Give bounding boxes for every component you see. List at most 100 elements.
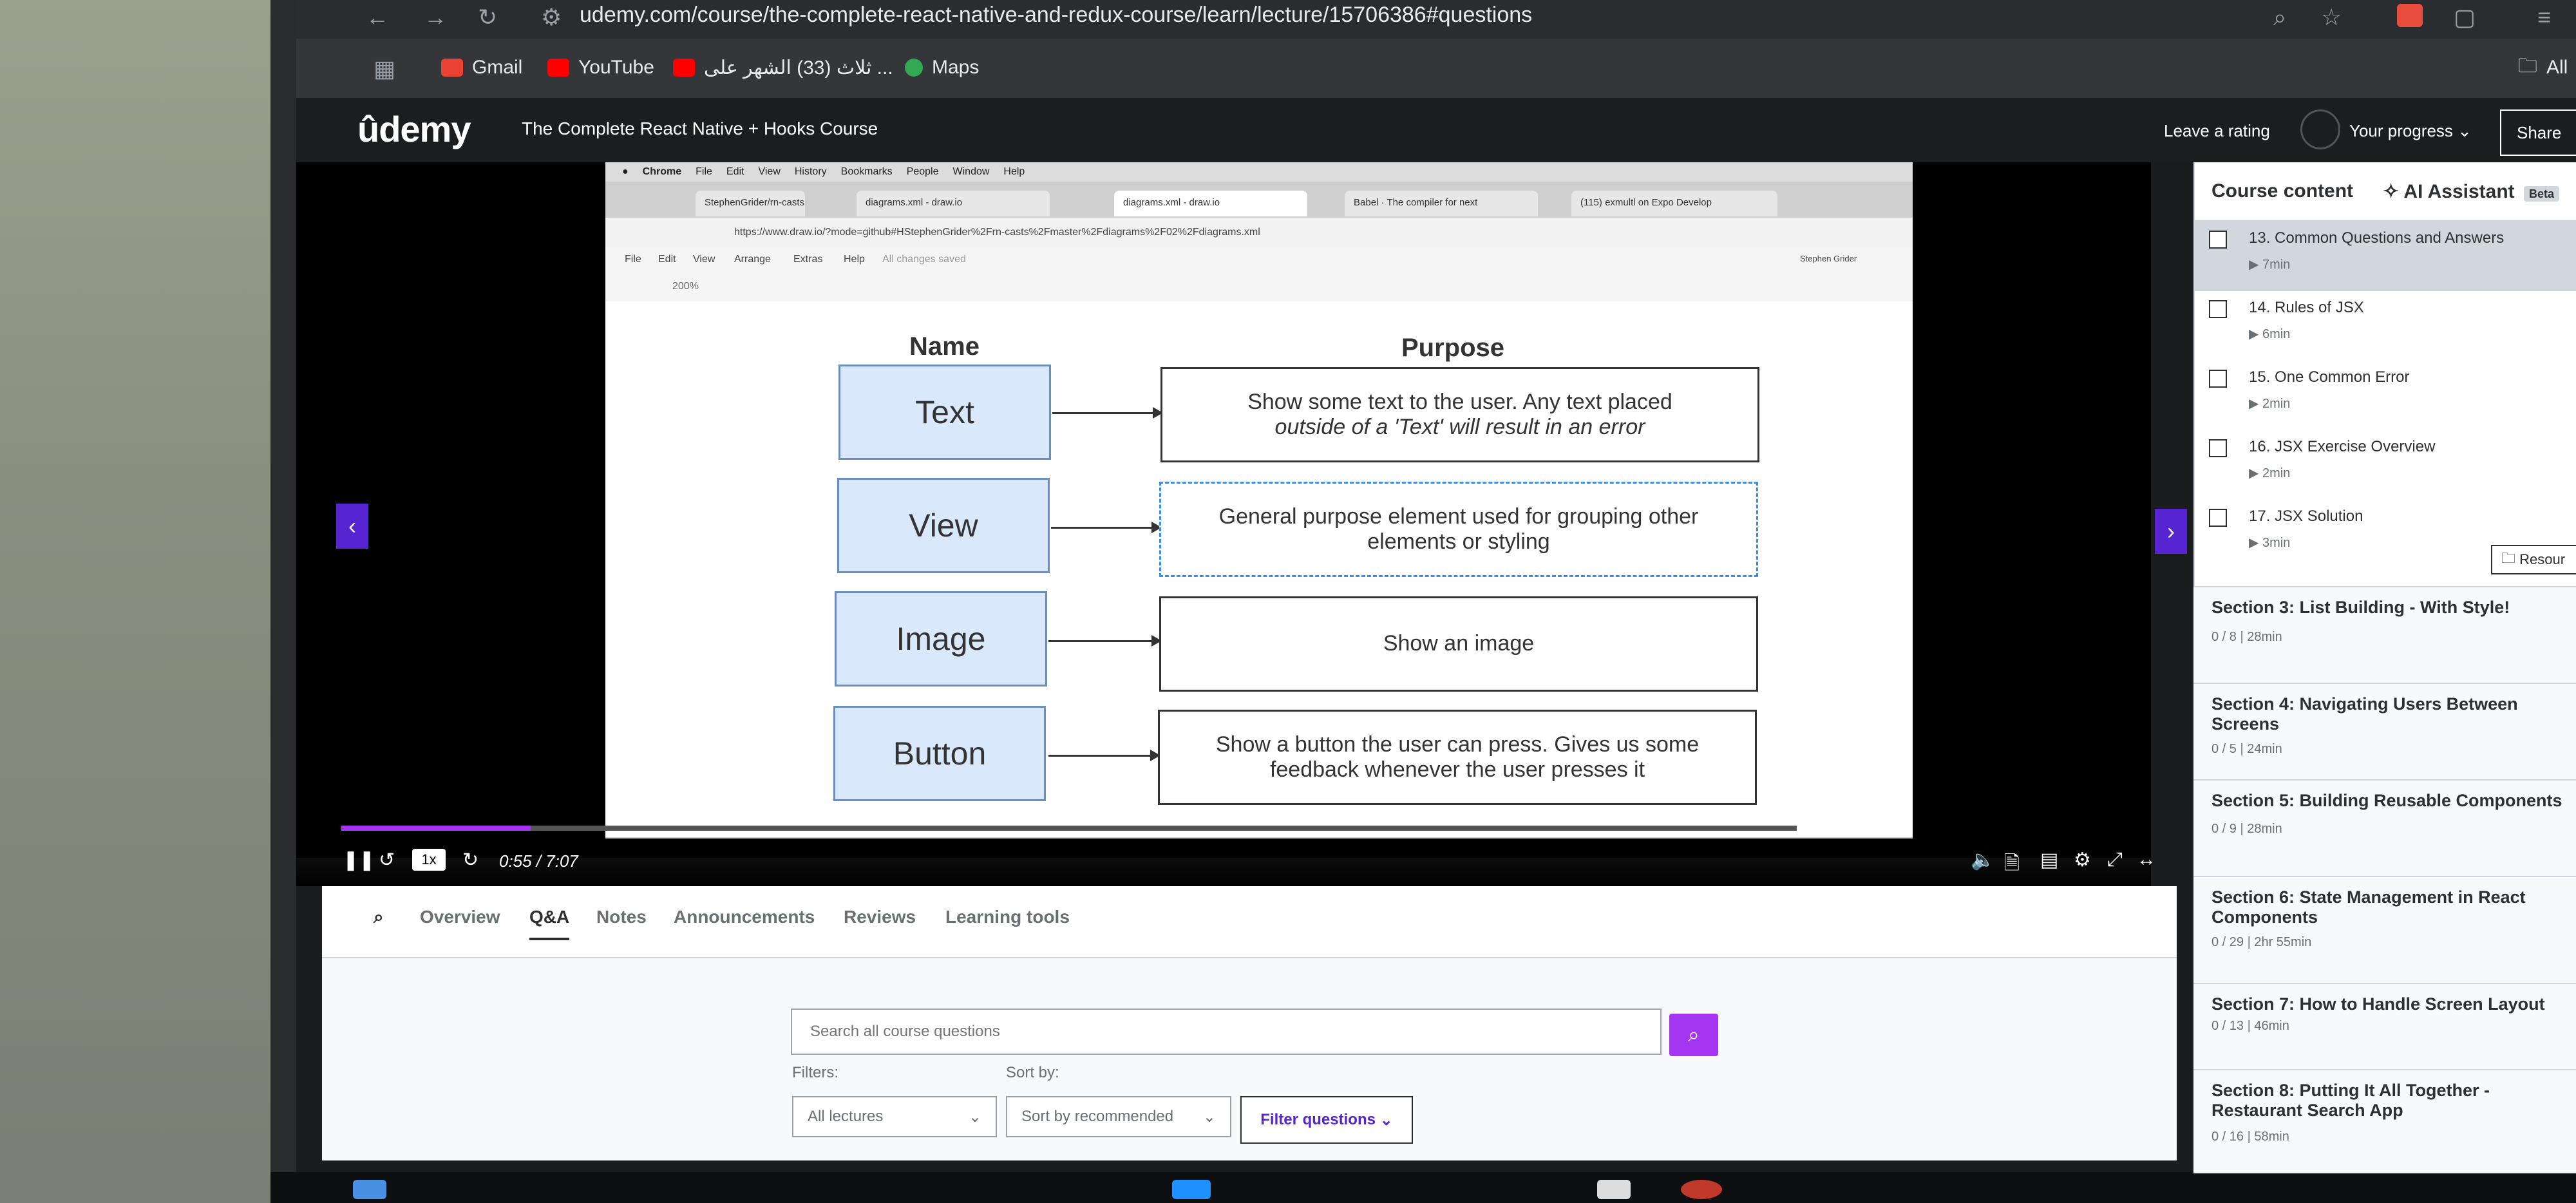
bookmark-star-icon[interactable]: ☆: [2321, 4, 2342, 31]
background-photo: [0, 0, 296, 1203]
app-icon[interactable]: [1597, 1180, 1631, 1199]
section-item[interactable]: Section 6: State Management in React Com…: [2193, 876, 2576, 984]
search-icon: ⌕: [1688, 1023, 1700, 1046]
zoom-icon[interactable]: ⌕: [2273, 4, 2286, 32]
video-time: 0:55 / 7:07: [499, 851, 578, 871]
section-item[interactable]: Section 3: List Building - With Style! 0…: [2193, 586, 2576, 684]
forward-icon[interactable]: ↻: [462, 849, 478, 871]
leave-rating-link[interactable]: Leave a rating: [2164, 121, 2270, 141]
mac-menubar: ● Chrome File Edit View History Bookmark…: [605, 162, 1913, 182]
filter-questions-button[interactable]: Filter questions ⌄: [1240, 1096, 1413, 1144]
course-content-tab[interactable]: Course content: [2211, 180, 2353, 202]
playback-speed-button[interactable]: 1x: [412, 849, 446, 871]
captions-icon[interactable]: ▤: [2040, 849, 2058, 871]
chevron-down-icon: ⌄: [2458, 121, 2472, 140]
tab-overview[interactable]: Overview: [420, 907, 500, 927]
forward-icon[interactable]: →: [424, 4, 447, 31]
pause-icon[interactable]: ❚❚: [343, 849, 375, 871]
apps-icon[interactable]: ▦: [374, 55, 395, 82]
video-icon: ▶: [2249, 466, 2259, 480]
ai-assistant-tab[interactable]: ✧ AI Assistant Beta: [2383, 180, 2559, 203]
previous-lecture-button[interactable]: ‹: [336, 504, 368, 549]
udemy-logo[interactable]: ûdemy: [357, 108, 471, 150]
name-header: Name: [909, 332, 980, 361]
arrow: [1048, 750, 1160, 761]
next-lecture-button[interactable]: ›: [2155, 509, 2187, 554]
course-title[interactable]: The Complete React Native + Hooks Course: [522, 118, 878, 139]
lecture-checkbox[interactable]: [2209, 509, 2227, 527]
arrow: [1052, 407, 1163, 419]
windows-icon[interactable]: [1172, 1180, 1211, 1199]
drawio-menu: File Edit View Arrange Extras Help All c…: [605, 247, 1913, 273]
youtube-icon: [547, 59, 569, 77]
inner-tab: StephenGrider/rn-casts: [696, 191, 805, 216]
app-icon[interactable]: [1681, 1180, 1722, 1199]
share-button[interactable]: Share: [2500, 109, 2576, 156]
name-box-image: Image: [835, 591, 1047, 687]
lecture-item[interactable]: 15. One Common Error ▶ 2min: [2193, 361, 2576, 430]
inner-browser-tabs: StephenGrider/rn-casts diagrams.xml - dr…: [605, 182, 1913, 218]
expand-icon[interactable]: ↔: [2137, 849, 2156, 871]
lecture-checkbox[interactable]: [2209, 370, 2227, 388]
transcript-icon[interactable]: 🗎: [2004, 849, 2020, 882]
section-item[interactable]: Section 5: Building Reusable Components …: [2193, 779, 2576, 877]
extensions-icon[interactable]: ▢: [2454, 4, 2476, 31]
settings-icon[interactable]: ⚙: [2074, 849, 2091, 871]
section-item[interactable]: Section 4: Navigating Users Between Scre…: [2193, 683, 2576, 781]
menu-icon[interactable]: ≡: [2537, 4, 2551, 31]
lecture-item[interactable]: 16. JSX Exercise Overview ▶ 2min: [2193, 430, 2576, 500]
maps-icon: [905, 59, 923, 77]
chevron-down-icon: ⌄: [1379, 1111, 1393, 1129]
name-box-view: View: [837, 478, 1050, 573]
purpose-box-view: General purpose element used for groupin…: [1159, 482, 1758, 577]
bookmark-maps[interactable]: Maps: [905, 53, 979, 82]
name-box-text: Text: [838, 365, 1051, 460]
search-button[interactable]: ⌕: [1669, 1014, 1718, 1056]
bookmarks-bar: ▦ Gmail YouTube ثلاث (33) الشهر على ... …: [296, 39, 2576, 98]
lecture-item[interactable]: 13. Common Questions and Answers ▶ 7min: [2193, 222, 2576, 291]
bookmark-youtube[interactable]: YouTube: [547, 53, 654, 82]
fullscreen-icon[interactable]: ⤢: [2107, 849, 2123, 871]
apple-icon: ●: [622, 166, 629, 177]
lecture-item[interactable]: 14. Rules of JSX ▶ 6min: [2193, 291, 2576, 361]
address-bar[interactable]: udemy.com/course/the-complete-react-nati…: [580, 3, 1532, 28]
inner-tab: (115) exmultl on Expo Develop: [1571, 191, 1777, 216]
filters-label: Filters:: [792, 1064, 838, 1081]
tab-notes[interactable]: Notes: [596, 907, 647, 927]
rewind-icon[interactable]: ↺: [379, 849, 395, 871]
tab-reviews[interactable]: Reviews: [844, 907, 916, 927]
start-icon[interactable]: [353, 1180, 386, 1199]
volume-icon[interactable]: 🔈: [1971, 849, 1994, 871]
name-box-button: Button: [833, 706, 1046, 801]
purpose-box-text: Show some text to the user. Any text pla…: [1160, 367, 1759, 462]
lecture-checkbox[interactable]: [2209, 439, 2227, 457]
tab-announcements[interactable]: Announcements: [674, 907, 815, 927]
lecture-filter-select[interactable]: All lectures ⌄: [792, 1096, 997, 1137]
lecture-checkbox[interactable]: [2209, 231, 2227, 249]
bookmark-gmail[interactable]: Gmail: [441, 53, 522, 82]
sort-select[interactable]: Sort by recommended ⌄: [1006, 1096, 1231, 1137]
tab-qa[interactable]: Q&A: [529, 907, 570, 940]
purpose-header: Purpose: [1401, 334, 1505, 362]
video-progress-fill: [341, 826, 531, 831]
back-icon[interactable]: ←: [366, 4, 389, 31]
extension-icon[interactable]: [2397, 4, 2423, 27]
purpose-box-button: Show a button the user can press. Gives …: [1158, 710, 1757, 805]
section-item[interactable]: Section 8: Putting It All Together - Res…: [2193, 1069, 2576, 1173]
your-progress-button[interactable]: Your progress ⌄: [2349, 121, 2472, 141]
beta-badge: Beta: [2523, 186, 2559, 202]
search-icon[interactable]: ⌕: [374, 907, 384, 928]
search-input[interactable]: [791, 1009, 1662, 1055]
reload-icon[interactable]: ↻: [478, 4, 497, 31]
resources-button[interactable]: 🗀 Resour: [2491, 545, 2576, 574]
tab-learning-tools[interactable]: Learning tools: [945, 907, 1070, 927]
sort-label: Sort by:: [1006, 1064, 1059, 1081]
video-progress-track[interactable]: [341, 826, 1797, 831]
video-icon: ▶: [2249, 327, 2259, 341]
all-bookmarks[interactable]: 🗀 All: [2518, 53, 2568, 82]
lecture-checkbox[interactable]: [2209, 300, 2227, 318]
bookmark-youtube-2[interactable]: ثلاث (33) الشهر على ...: [673, 53, 893, 82]
section-item[interactable]: Section 7: How to Handle Screen Layout 0…: [2193, 983, 2576, 1070]
sparkle-icon: ✧: [2383, 181, 2400, 202]
site-info-icon[interactable]: ⚙: [541, 4, 562, 31]
